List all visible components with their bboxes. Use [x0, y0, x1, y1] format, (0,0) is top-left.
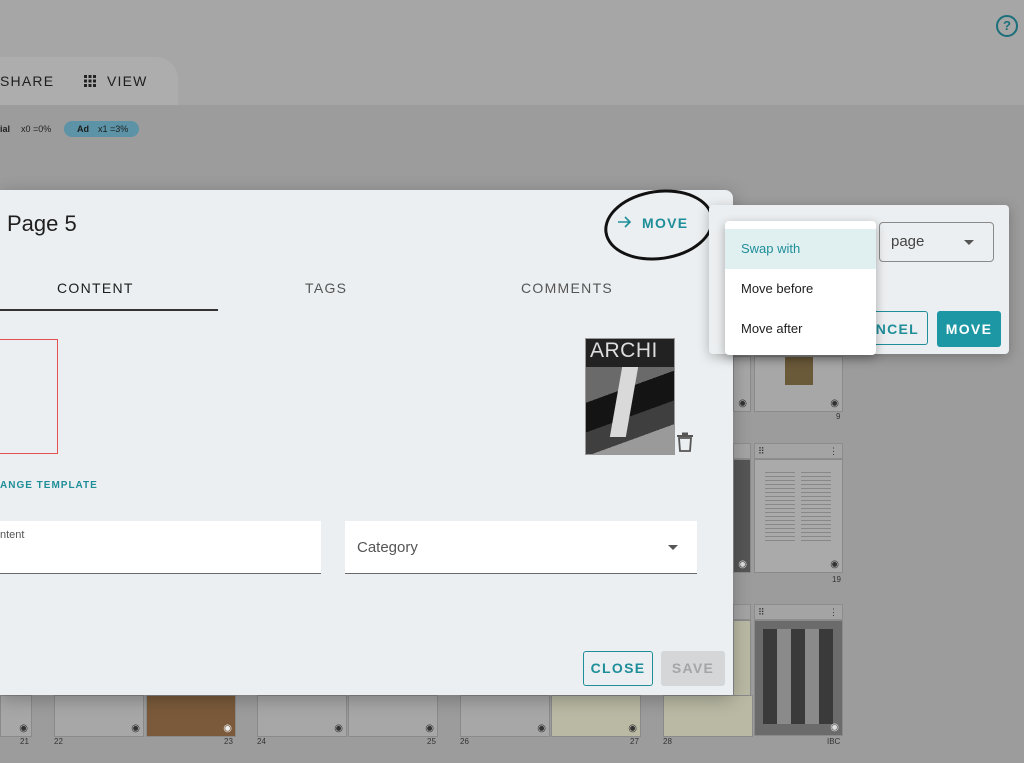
move-button-label: MOVE: [642, 215, 689, 231]
toolbar: SHARE VIEW: [0, 57, 178, 105]
template-preview[interactable]: [0, 339, 58, 454]
active-tab-indicator: [0, 309, 218, 311]
ad-stat-count: x1 =3%: [98, 124, 129, 134]
page-thumbnail[interactable]: ◉: [551, 695, 641, 737]
move-type-menu: Swap with Move before Move after: [725, 221, 876, 355]
page-thumbnail[interactable]: ◉: [257, 695, 347, 737]
page-thumbnail[interactable]: ◉: [754, 620, 843, 736]
change-template-button[interactable]: ANGE TEMPLATE: [0, 480, 98, 491]
menu-item-swap-with[interactable]: Swap with: [725, 229, 876, 269]
save-button[interactable]: SAVE: [661, 651, 725, 686]
ad-stat-label: Ad: [77, 124, 89, 134]
page-number: 26: [460, 737, 469, 746]
content-input-label: ntent: [0, 529, 25, 541]
page-number: 22: [54, 737, 63, 746]
category-select[interactable]: Category: [345, 521, 697, 574]
page-number: 28: [663, 737, 672, 746]
cover-image: ARCHI: [585, 338, 675, 455]
ad-stat-badge: Ad x1 =3%: [64, 121, 139, 137]
page-number: 9: [836, 412, 841, 421]
page-thumbnail[interactable]: ◉: [754, 459, 843, 573]
eye-icon[interactable]: ◉: [830, 398, 839, 409]
help-icon[interactable]: ?: [996, 15, 1018, 37]
page-thumbnail[interactable]: ◉: [0, 695, 32, 737]
arrow-right-icon: [618, 215, 632, 231]
page-number: 27: [630, 737, 639, 746]
eye-icon[interactable]: ◉: [738, 559, 747, 570]
page-number: 23: [224, 737, 233, 746]
eye-icon[interactable]: ◉: [223, 723, 232, 734]
page-number: 19: [832, 575, 841, 584]
page-thumbnail[interactable]: ◉: [460, 695, 550, 737]
editorial-stat-label: ial: [0, 124, 11, 134]
eye-icon[interactable]: ◉: [830, 722, 839, 733]
page-thumbnail[interactable]: ◉: [733, 356, 751, 412]
drag-handle[interactable]: [733, 604, 751, 620]
menu-item-move-before[interactable]: Move before: [725, 269, 876, 309]
move-confirm-button[interactable]: MOVE: [937, 311, 1001, 347]
more-icon: ⋮: [829, 446, 838, 456]
grid-icon: [84, 74, 96, 92]
tab-tags[interactable]: TAGS: [305, 280, 347, 296]
tab-content[interactable]: CONTENT: [57, 280, 134, 296]
page-thumbnail[interactable]: ◉: [754, 356, 843, 412]
eye-icon[interactable]: ◉: [334, 723, 343, 734]
page-thumbnail[interactable]: ◉: [146, 695, 236, 737]
content-input[interactable]: ntent: [0, 521, 321, 574]
chevron-down-icon: [668, 545, 678, 550]
close-button[interactable]: CLOSE: [583, 651, 653, 686]
tab-comments[interactable]: COMMENTS: [521, 280, 613, 296]
page-number: 21: [20, 737, 29, 746]
drag-handle[interactable]: ⠿ ⋮: [754, 443, 843, 459]
page-thumbnail[interactable]: ◉: [54, 695, 144, 737]
page-select-value: page: [891, 233, 925, 250]
drag-handle-icon: ⠿: [758, 607, 765, 617]
page-thumbnail[interactable]: ◉: [733, 459, 751, 573]
category-select-label: Category: [357, 539, 418, 556]
drag-handle[interactable]: [733, 443, 751, 459]
eye-icon[interactable]: ◉: [628, 723, 637, 734]
editorial-stat-count: x0 =0%: [21, 124, 52, 134]
chevron-down-icon: [964, 240, 974, 245]
eye-icon[interactable]: ◉: [19, 723, 28, 734]
trash-icon[interactable]: [676, 432, 694, 452]
view-button[interactable]: VIEW: [107, 73, 148, 89]
page-thumbnail[interactable]: ◉: [348, 695, 438, 737]
menu-item-move-after[interactable]: Move after: [725, 309, 876, 349]
page-thumbnail[interactable]: [663, 695, 753, 737]
drag-handle-icon: ⠿: [758, 446, 765, 456]
eye-icon[interactable]: ◉: [738, 398, 747, 409]
page-number: 24: [257, 737, 266, 746]
cover-image-title: ARCHI: [590, 339, 658, 362]
page-number: IBC: [827, 737, 841, 746]
eye-icon[interactable]: ◉: [131, 723, 140, 734]
page-number: 25: [427, 737, 436, 746]
move-button[interactable]: MOVE: [618, 211, 688, 235]
eye-icon[interactable]: ◉: [537, 723, 546, 734]
more-icon: ⋮: [829, 607, 838, 617]
share-button[interactable]: SHARE: [0, 73, 54, 89]
drag-handle[interactable]: ⠿ ⋮: [754, 604, 843, 620]
page-select[interactable]: page: [879, 222, 994, 262]
eye-icon[interactable]: ◉: [830, 559, 839, 570]
eye-icon[interactable]: ◉: [425, 723, 434, 734]
dialog-title: Page 5: [7, 211, 77, 236]
